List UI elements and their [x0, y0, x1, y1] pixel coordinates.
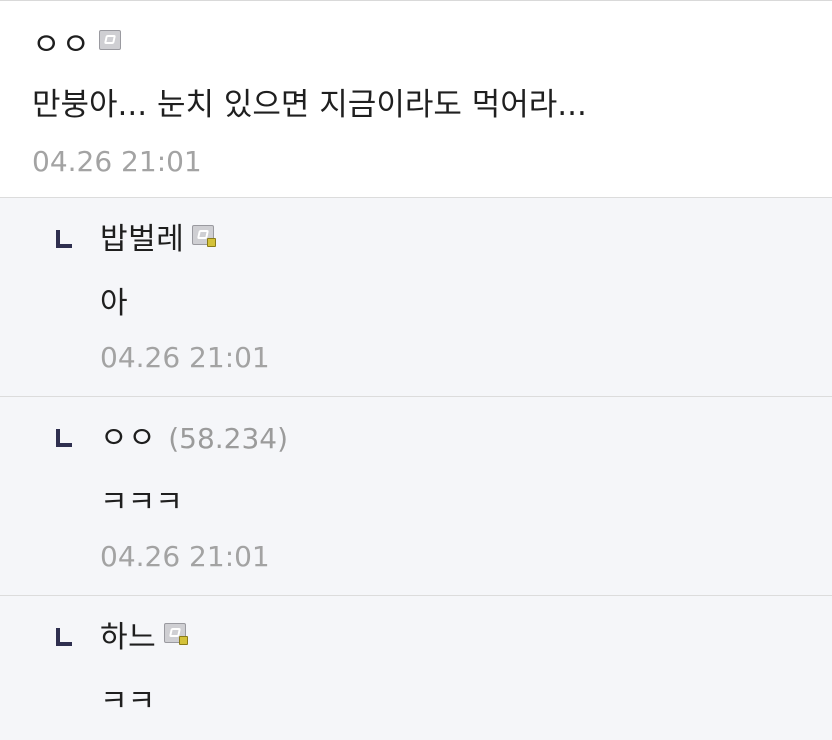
reply-arrow-icon [56, 628, 72, 646]
reply-author[interactable]: 하느 [100, 618, 156, 658]
reply-arrow-icon [56, 429, 72, 447]
main-comment: ㅇㅇ 만붕아... 눈치 있으면 지금이라도 먹어라... 04.26 21:0… [0, 1, 832, 198]
reply-body: ㅋㅋ [100, 684, 156, 719]
reply-item: ㅇㅇ (58.234) ㅋㅋㅋ 04.26 21:01 [0, 397, 832, 596]
reply-body: 아 [100, 286, 128, 321]
comment-date: 04.26 21:01 [32, 145, 202, 178]
reply-author-row: ㅇㅇ (58.234) [100, 417, 288, 461]
main-comment-author-row: ㅇㅇ [32, 23, 122, 67]
comment-thread: ㅇㅇ 만붕아... 눈치 있으면 지금이라도 먹어라... 04.26 21:0… [0, 0, 832, 740]
reply-body: ㅋㅋㅋ [100, 485, 183, 520]
reply-item: 하느 ㅋㅋ [0, 596, 832, 740]
comment-author[interactable]: ㅇㅇ [32, 25, 91, 65]
reply-date: 04.26 21:01 [100, 341, 270, 374]
reply-author[interactable]: 밥벌레 [100, 220, 184, 260]
reply-author-row: 밥벌레 [100, 218, 217, 262]
comment-body: 만붕아... 눈치 있으면 지금이라도 먹어라... [32, 87, 587, 123]
reply-author[interactable]: ㅇㅇ [100, 419, 156, 459]
reply-item: 밥벌레 아 04.26 21:01 [0, 198, 832, 397]
member-badge-icon [99, 30, 122, 50]
reply-date: 04.26 21:01 [100, 540, 270, 573]
reply-ip: (58.234) [168, 422, 289, 455]
member-badge-icon [192, 225, 217, 247]
reply-arrow-icon [56, 230, 72, 248]
reply-author-row: 하느 [100, 616, 189, 660]
member-badge-icon [164, 623, 189, 645]
